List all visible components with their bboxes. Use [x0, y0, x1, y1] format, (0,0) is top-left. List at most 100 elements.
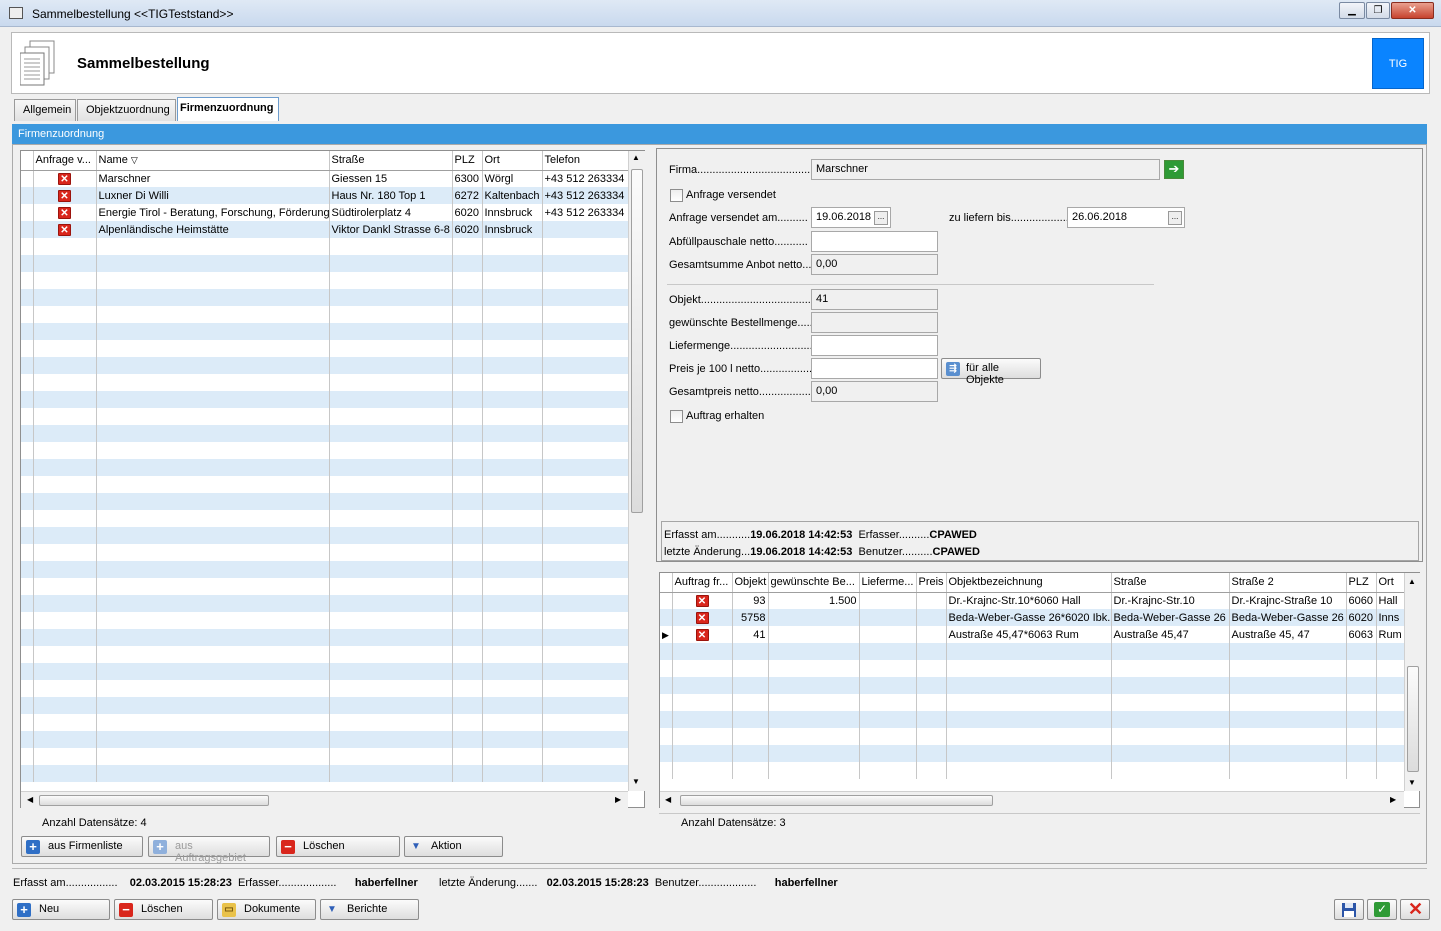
col-strasse2[interactable]: Straße 2 [1229, 573, 1347, 593]
hscroll-thumb[interactable] [39, 795, 269, 806]
vscroll-thumb[interactable] [1407, 666, 1419, 772]
empty-row [21, 391, 629, 408]
add-from-list-button[interactable]: + aus Firmenliste [21, 836, 143, 857]
fuer-alle-objekte-button[interactable]: ⇶ für alle Objekte [941, 358, 1041, 386]
scroll-down-icon[interactable]: ▼ [1408, 778, 1416, 787]
minus-icon: − [281, 840, 295, 854]
company-grid-vscroll[interactable]: ▲ ▼ [628, 151, 645, 791]
table-row[interactable]: ▶ ✕ 41 Austraße 45,47*6063 Rum Austraße 45,4… [660, 626, 1405, 643]
abfuell-label: Abfüllpauschale netto........... [669, 236, 808, 248]
col-plz[interactable]: PLZ [1346, 573, 1377, 593]
reports-button[interactable]: ▼ Berichte [320, 899, 419, 920]
empty-row [21, 340, 629, 357]
col-plz[interactable]: PLZ [452, 151, 483, 171]
delete-company-button[interactable]: − Löschen [276, 836, 400, 857]
letzte-aenderung-label: letzte Änderung...19.06.2018 14:42:53 Be… [664, 546, 980, 558]
telefon-cell: +43 512 263334 [542, 170, 629, 187]
scroll-up-icon[interactable]: ▲ [632, 153, 640, 162]
declined-x-icon: ✕ [58, 206, 71, 219]
strasse2-cell: Beda-Weber-Gasse 26 [1229, 609, 1347, 626]
scroll-right-icon[interactable]: ▶ [1390, 795, 1396, 804]
col-auftrag[interactable]: Auftrag fr... [672, 573, 733, 593]
goto-arrow-icon[interactable]: ➔ [1164, 160, 1184, 179]
empty-row [21, 289, 629, 306]
anfrage-versendet-checkbox[interactable] [670, 189, 683, 202]
new-button[interactable]: + Neu [12, 899, 110, 920]
object-grid-vscroll[interactable]: ▲ ▼ [1404, 573, 1420, 791]
footer-erfasst-am: Erfasst am................. 02.03.2015 1… [13, 877, 418, 889]
telefon-cell: +43 512 263334 [542, 204, 629, 221]
confirm-button[interactable]: ✓ [1367, 899, 1397, 920]
col-strasse[interactable]: Straße [1111, 573, 1230, 593]
auftrag-erhalten-checkbox[interactable] [670, 410, 683, 423]
table-row[interactable]: ✕ Marschner Giessen 15 6300 Wörgl +43 512 263… [21, 170, 629, 187]
minus-icon: − [119, 903, 133, 917]
strasse-cell: Haus Nr. 180 Top 1 [329, 187, 453, 204]
add-from-area-button[interactable]: + aus Auftragsgebiet [148, 836, 270, 864]
object-grid-hscroll[interactable]: ◀ ▶ [660, 791, 1404, 808]
scroll-left-icon[interactable]: ◀ [665, 795, 671, 804]
objekt-cell: 41 [732, 626, 769, 643]
scroll-down-icon[interactable]: ▼ [632, 777, 640, 786]
liefermenge-field[interactable] [811, 335, 938, 356]
calendar-picker-icon[interactable]: ... [1168, 211, 1182, 225]
plus-icon: + [17, 903, 31, 917]
auftrag-cell: ✕ [672, 609, 733, 626]
table-row[interactable]: ✕ Alpenländische Heimstätte Viktor Dankl S… [21, 221, 629, 238]
hscroll-thumb[interactable] [680, 795, 993, 806]
table-row[interactable]: ✕ 5758 Beda-Weber-Gasse 26*6020 Ibk. Beda-W… [660, 609, 1405, 626]
col-ort[interactable]: Ort [1376, 573, 1405, 593]
cancel-button[interactable]: ✕ [1400, 899, 1430, 920]
col-objekt[interactable]: Objekt [732, 573, 769, 593]
company-count: Anzahl Datensätze: 4 [42, 817, 147, 829]
strasse-cell: Südtirolerplatz 4 [329, 204, 453, 221]
window-title: Sammelbestellung <<TIGTeststand>> [32, 7, 234, 21]
row-indicator [660, 592, 673, 609]
object-count: Anzahl Datensätze: 3 [681, 817, 786, 829]
delete-button[interactable]: − Löschen [114, 899, 213, 920]
calendar-picker-icon[interactable]: ... [874, 211, 888, 225]
objekt-cell: 5758 [732, 609, 769, 626]
strasse2-cell: Austraße 45, 47 [1229, 626, 1347, 643]
anfrage-cell: ✕ [33, 170, 97, 187]
col-anfrage[interactable]: Anfrage v... [33, 151, 97, 171]
action-label: Aktion [431, 840, 462, 852]
close-window-button[interactable]: ✕ [1391, 2, 1434, 19]
tab-objektzuordnung[interactable]: Objektzuordnung [77, 99, 176, 121]
table-row[interactable]: ✕ Energie Tirol - Beratung, Forschung, Fö… [21, 204, 629, 221]
preis-cell [916, 609, 947, 626]
documents-button[interactable]: ▭ Dokumente [217, 899, 316, 920]
vscroll-thumb[interactable] [631, 169, 643, 513]
col-telefon[interactable]: Telefon [542, 151, 629, 171]
table-row[interactable]: ✕ 93 1.500 Dr.-Krajnc-Str.10*6060 Hall Dr.-K… [660, 592, 1405, 609]
add-from-list-label: aus Firmenliste [48, 840, 123, 852]
tab-firmenzuordnung[interactable]: Firmenzuordnung [177, 97, 279, 121]
maximize-button[interactable]: ❐ [1366, 2, 1390, 19]
anfrage-cell: ✕ [33, 221, 97, 238]
abfuell-field[interactable] [811, 231, 938, 252]
empty-row [660, 660, 1405, 677]
window-menu-icon[interactable] [9, 7, 23, 19]
declined-x-icon: ✕ [695, 594, 709, 607]
save-button[interactable] [1334, 899, 1364, 920]
table-row[interactable]: ✕ Luxner Di Willi Haus Nr. 180 Top 1 6272 Ka… [21, 187, 629, 204]
col-ort[interactable]: Ort [482, 151, 543, 171]
col-liefermenge[interactable]: Lieferme... [859, 573, 917, 593]
preis-field[interactable] [811, 358, 938, 379]
col-objektbezeichnung[interactable]: Objektbezeichnung [946, 573, 1112, 593]
col-name[interactable]: Name ▽ [96, 151, 330, 171]
minimize-button[interactable]: ▁ [1339, 2, 1365, 19]
col-bestellmenge[interactable]: gewünschte Be... [768, 573, 860, 593]
col-strasse[interactable]: Straße [329, 151, 453, 171]
tab-allgemein[interactable]: Allgemein [14, 99, 76, 121]
action-button[interactable]: ▼ Aktion [404, 836, 503, 857]
scroll-left-icon[interactable]: ◀ [27, 795, 33, 804]
company-grid-hscroll[interactable]: ◀ ▶ [21, 791, 628, 808]
scroll-up-icon[interactable]: ▲ [1408, 577, 1416, 586]
scroll-right-icon[interactable]: ▶ [615, 795, 621, 804]
objekt-label: Objekt..................................… [669, 294, 827, 306]
plz-cell: 6020 [1346, 609, 1377, 626]
empty-row [21, 748, 629, 765]
firma-field[interactable]: Marschner [811, 159, 1160, 180]
col-preis[interactable]: Preis [916, 573, 947, 593]
